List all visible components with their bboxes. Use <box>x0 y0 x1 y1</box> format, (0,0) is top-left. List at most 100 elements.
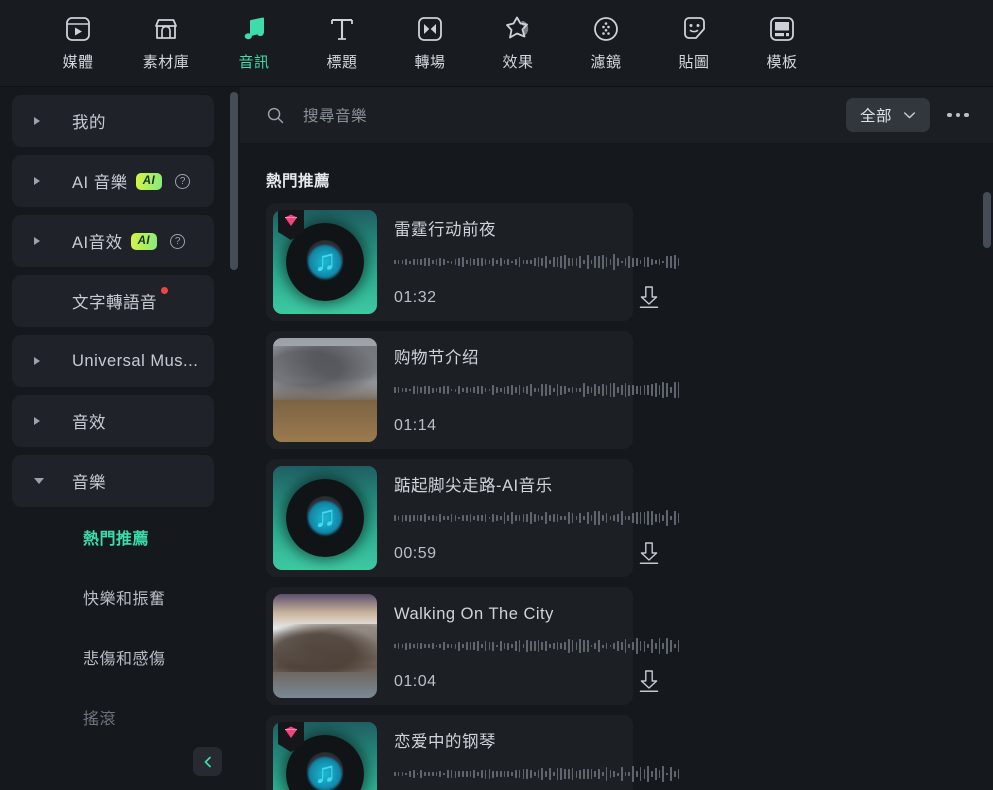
toolbar-tab-8[interactable]: 模板 <box>738 8 826 78</box>
waveform-bar <box>575 387 578 393</box>
download-icon[interactable] <box>638 541 660 565</box>
waveform-bar <box>598 510 600 526</box>
waveform-bar <box>435 258 438 266</box>
waveform-bar <box>605 643 608 649</box>
waveform-bar <box>575 642 578 650</box>
waveform-bar <box>601 772 604 776</box>
waveform-bar <box>394 260 396 264</box>
template-icon <box>770 17 794 41</box>
track-info: 踮起脚尖走路-AI音乐 00:59 <box>377 459 680 577</box>
toolbar-tab-7[interactable]: 貼圖 <box>650 8 738 78</box>
track-card[interactable]: Walking On The City 01:04 <box>266 587 680 705</box>
search-input-wrap[interactable]: 搜尋音樂 <box>266 104 846 126</box>
waveform-bar <box>541 767 544 781</box>
help-icon[interactable]: ? <box>175 173 191 189</box>
waveform-bar <box>617 640 619 652</box>
toolbar-tab-4[interactable]: 轉場 <box>386 8 474 78</box>
sidebar-subitem-1[interactable]: 快樂和振奮 <box>0 567 240 627</box>
waveform-bar <box>537 514 540 522</box>
waveform-bar <box>651 259 653 265</box>
waveform-bar <box>552 513 555 523</box>
track-card[interactable]: ♫ 恋爱中的钢琴 <box>266 715 680 790</box>
music-note-icon: ♫ <box>313 244 337 278</box>
waveform-bar <box>450 770 453 778</box>
sidebar-item-label: AI音效 <box>72 234 123 252</box>
music-list-scrollbar[interactable] <box>983 192 991 248</box>
waveform-bar <box>480 515 483 521</box>
waveform-bar <box>492 384 494 396</box>
waveform-bar <box>454 259 457 265</box>
waveform-bar <box>507 385 510 395</box>
waveform-bar <box>409 643 411 649</box>
waveform-bar <box>541 642 544 650</box>
collapse-panel-button[interactable] <box>193 747 222 776</box>
waveform-bar <box>477 385 479 395</box>
track-title: 雷霆行动前夜 <box>394 221 496 239</box>
sidebar-subitem-3[interactable]: 搖滾 <box>0 687 240 747</box>
track-card[interactable]: 购物节介绍 01:14 <box>266 331 680 449</box>
waveform-bar <box>439 770 442 778</box>
toolbar-tab-3[interactable]: 標題 <box>298 8 386 78</box>
vip-diamond-badge <box>278 210 304 240</box>
stock-store-icon <box>155 19 177 39</box>
waveform-bar <box>677 640 680 652</box>
waveform-bar <box>594 771 597 777</box>
waveform-bar <box>503 260 506 264</box>
waveform-bar <box>579 639 581 653</box>
more-options-button[interactable] <box>939 98 977 132</box>
caret-right-icon <box>34 117 40 125</box>
sidebar-item-5[interactable]: 音效 <box>12 395 214 447</box>
track-title: Walking On The City <box>394 605 554 623</box>
download-icon[interactable] <box>638 669 660 693</box>
toolbar-tab-label: 媒體 <box>62 54 94 71</box>
waveform-bar <box>533 387 536 393</box>
waveform-bar <box>605 766 608 782</box>
waveform-bar <box>424 513 426 523</box>
waveform-bar <box>560 767 563 781</box>
more-horizontal-icon <box>964 112 969 118</box>
sidebar-item-label: 我的 <box>72 114 106 132</box>
track-info: 购物节介绍 01:14 <box>377 331 680 449</box>
track-card[interactable]: ♫ 踮起脚尖走路-AI音乐 00:59 <box>266 459 680 577</box>
waveform-bar <box>499 516 502 520</box>
sidebar-item-3[interactable]: 文字轉語音 <box>12 275 214 327</box>
track-waveform <box>394 637 680 655</box>
track-waveform <box>394 253 680 271</box>
waveform-bar <box>636 257 638 267</box>
waveform-bar <box>617 513 619 523</box>
track-card[interactable]: ♫ 雷霆行动前夜 01:32 <box>266 203 680 321</box>
filter-dropdown[interactable]: 全部 <box>846 98 930 132</box>
toolbar-tab-0[interactable]: 媒體 <box>34 8 122 78</box>
download-icon[interactable] <box>638 285 660 309</box>
waveform-bar <box>571 768 574 780</box>
toolbar-tab-label: 模板 <box>766 54 798 71</box>
waveform-bar <box>469 641 472 651</box>
toolbar-tab-5[interactable]: 效果 <box>474 8 562 78</box>
waveform-bar <box>643 769 646 779</box>
toolbar-tab-6[interactable]: 濾鏡 <box>562 8 650 78</box>
sidebar-scrollbar[interactable] <box>230 92 238 270</box>
waveform-bar <box>658 512 661 524</box>
waveform-bar <box>666 383 668 397</box>
sidebar-item-1[interactable]: AI 音樂 AI? <box>12 155 214 207</box>
sidebar-subitem-2[interactable]: 悲傷和感傷 <box>0 627 240 687</box>
search-input[interactable]: 搜尋音樂 <box>303 104 367 126</box>
sidebar-subitem-0[interactable]: 熱門推薦 <box>0 507 240 567</box>
sidebar-item-6[interactable]: 音樂 <box>12 455 214 507</box>
toolbar-tab-2[interactable]: 音訊 <box>210 8 298 78</box>
sidebar-item-2[interactable]: AI音效 AI? <box>12 215 214 267</box>
sidebar-item-0[interactable]: 我的 <box>12 95 214 147</box>
sidebar-item-4[interactable]: Universal Mus... <box>12 335 214 387</box>
waveform-bar <box>556 767 559 781</box>
waveform-bar <box>420 259 423 265</box>
waveform-bar <box>409 514 411 522</box>
waveform-bar <box>488 388 491 392</box>
waveform-bar <box>431 387 434 393</box>
media-icon <box>66 17 90 41</box>
toolbar-tab-1[interactable]: 素材庫 <box>122 8 210 78</box>
waveform-bar <box>586 254 589 270</box>
track-waveform <box>394 509 680 527</box>
waveform-bar <box>673 255 676 269</box>
help-icon[interactable]: ? <box>170 233 186 249</box>
waveform-bar <box>416 259 419 265</box>
